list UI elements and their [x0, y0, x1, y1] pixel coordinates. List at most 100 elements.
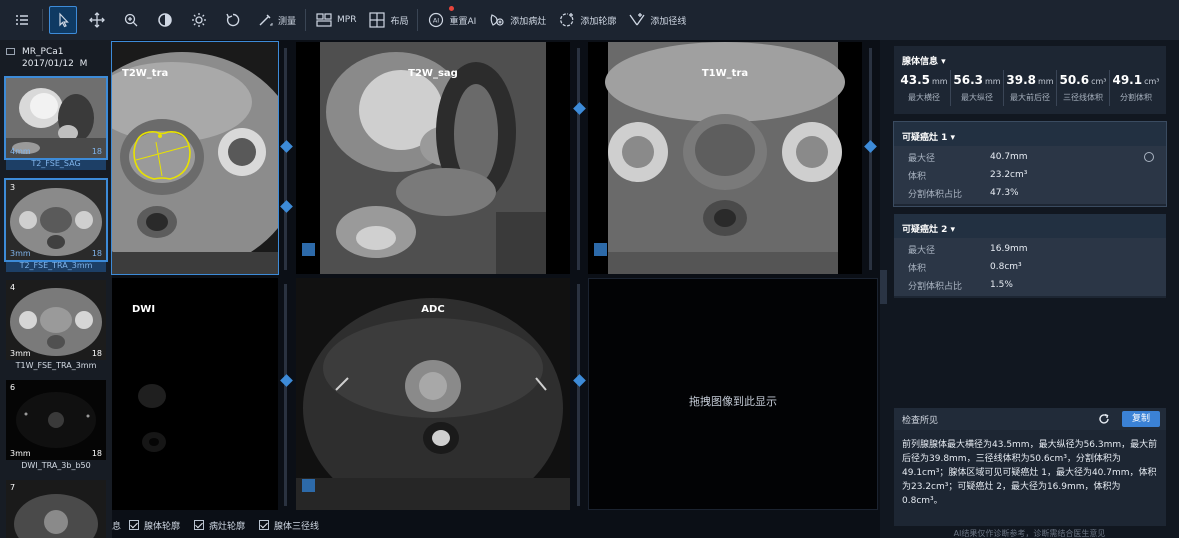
viewport-t1w-tra[interactable]: T1W_tra [588, 42, 862, 274]
overlay-toggle-bar: 息 腺体轮廓 病灶轮廓 腺体三径线 [112, 512, 880, 538]
thumbnail-image-count: 18 [91, 147, 102, 156]
lesion-header[interactable]: 可疑癌灶 1 ▾ [894, 122, 1166, 146]
series-thumbnail[interactable]: 3 3mm 18 T2_FSE_TRA_3mm [4, 178, 108, 272]
lesion-rows: 最大径 40.7mm 体积 23.2cm³ 分割体积占比 47.3% [894, 146, 1166, 204]
add-diameter-icon [629, 13, 645, 26]
slice-slider[interactable] [284, 284, 287, 506]
viewport-dwi[interactable]: DWI [112, 278, 278, 510]
panel-collapse-handle[interactable] [880, 270, 887, 304]
metric-max-longitudinal: 56.3 mm 最大纵径 [951, 70, 1004, 106]
lesion-card-2[interactable]: 可疑癌灶 2 ▾ 最大径 16.9mm 体积 0.8cm³ 分割体积占比 1.5% [894, 214, 1166, 298]
add-lesion-button[interactable]: 添加病灶 [485, 6, 549, 34]
viewport-corner-icon[interactable] [302, 243, 315, 256]
slice-slider-handle[interactable] [573, 102, 586, 115]
measure-icon [259, 14, 273, 26]
thumbnail-number: 6 [10, 383, 16, 392]
gland-contour-checkbox[interactable]: 腺体轮廓 [129, 519, 180, 532]
series-thumbnail[interactable]: 4mm 18 T2_FSE_SAG [4, 76, 108, 170]
gland-diameter-checkbox[interactable]: 腺体三径线 [259, 519, 319, 532]
findings-text[interactable]: 前列腺腺体最大横径为43.5mm，最大纵径为56.3mm，最大前后径为39.8m… [894, 430, 1166, 516]
caret-down-icon[interactable]: ▾ [941, 57, 946, 67]
slice-slider[interactable] [284, 48, 287, 270]
checkbox-label: 腺体轮廓 [144, 521, 181, 532]
slice-slider-handle[interactable] [280, 140, 293, 153]
thumbnail-image: 3 3mm 18 [4, 178, 108, 262]
add-contour-icon [560, 13, 574, 27]
viewport-adc[interactable]: ADC [296, 278, 570, 510]
list-icon [16, 15, 28, 25]
ai-results-panel: 腺体信息 ▾ 43.5 mm 最大横径 56.3 mm 最大纵径 39.8 mm 最大前后径… [880, 40, 1179, 538]
findings-card: 检查所见 复制 前列腺腺体最大横径为43.5mm，最大纵径为56.3mm，最大前… [894, 408, 1166, 526]
metric-unit: mm [1038, 77, 1054, 86]
contrast-button[interactable] [151, 6, 179, 34]
pan-button[interactable] [83, 6, 111, 34]
lesion-contour-checkbox[interactable]: 病灶轮廓 [194, 519, 245, 532]
viewport-empty[interactable]: 拖拽图像到此显示 [588, 278, 878, 510]
measure-button[interactable]: 测量 [253, 6, 299, 34]
caret-down-icon[interactable]: ▾ [951, 133, 956, 143]
slice-slider-handle[interactable] [280, 200, 293, 213]
copy-button[interactable]: 复制 [1122, 411, 1160, 427]
pointer-button[interactable] [49, 6, 77, 34]
thumbnail-number: 4 [10, 283, 16, 292]
lesion-card-1[interactable]: 可疑癌灶 1 ▾ 最大径 40.7mm 体积 23.2cm³ 分割体积占比 47.3% [893, 121, 1167, 207]
caret-down-icon[interactable]: ▾ [951, 225, 956, 235]
row-value: 1.5% [990, 280, 1013, 290]
contrast-icon [158, 13, 172, 27]
slice-slider[interactable] [577, 284, 580, 506]
series-thumbnail[interactable]: 6 3mm 18 DWI_TRA_3b_b50 [6, 380, 106, 472]
brightness-button[interactable] [185, 6, 213, 34]
viewport-title: T2W_sag [408, 68, 458, 79]
series-panel: MR_PCa1 2017/01/12 M 4mm 18 T2_FSE_SAG 3… [0, 40, 112, 538]
rotate-icon [226, 13, 240, 27]
rotate-button[interactable] [219, 6, 247, 34]
metric-unit: cm³ [1091, 77, 1107, 86]
dwi-thumb-image [6, 380, 106, 460]
viewport-t2w-sag[interactable]: T2W_sag [296, 42, 570, 274]
zoom-button[interactable] [117, 6, 145, 34]
add-lesion-icon [490, 14, 504, 26]
list-button[interactable] [8, 6, 36, 34]
thumbnail-image: 4mm 18 [4, 76, 108, 160]
gland-info-header[interactable]: 腺体信息 ▾ [894, 46, 1166, 70]
close-icon[interactable] [1144, 152, 1154, 162]
row-key: 体积 [908, 263, 927, 274]
add-diameter-button[interactable]: 添加径线 [625, 6, 689, 34]
slice-slider-handle[interactable] [280, 374, 293, 387]
checkbox-checked-icon[interactable] [259, 520, 270, 530]
minimize-icon[interactable] [6, 48, 15, 55]
metric-unit: mm [985, 77, 1001, 86]
viewport-title: DWI [132, 304, 156, 315]
viewport-corner-icon[interactable] [302, 479, 315, 492]
slice-slider-handle[interactable] [864, 140, 877, 153]
metric-label: 三径线体积 [1063, 93, 1103, 102]
findings-header: 检查所见 复制 [894, 408, 1166, 430]
thumbnail-slice-thickness: 4mm [10, 147, 31, 156]
layout-button[interactable]: 布局 [365, 6, 411, 34]
series-thumbnail[interactable]: 7 [6, 480, 106, 538]
axial-t1-thumb-image [6, 280, 106, 360]
thumbnail-label: T2_FSE_SAG [6, 158, 106, 170]
series-thumbnail[interactable]: 4 3mm 18 T1W_FSE_TRA_3mm [6, 280, 106, 372]
lesion-header[interactable]: 可疑癌灶 2 ▾ [894, 214, 1166, 238]
slice-slider[interactable] [869, 48, 872, 270]
viewport-corner-icon[interactable] [594, 243, 607, 256]
viewport-t2w-tra[interactable]: T2W_tra [111, 41, 279, 275]
slice-slider-handle[interactable] [573, 374, 586, 387]
add-contour-button[interactable]: 添加轮廓 [555, 6, 619, 34]
metric-max-transverse: 43.5 mm 最大横径 [898, 70, 951, 106]
gland-metrics: 43.5 mm 最大横径 56.3 mm 最大纵径 39.8 mm 最大前后径 50.6 cm… [894, 70, 1166, 106]
mpr-button[interactable]: MPR [312, 6, 359, 34]
row-value: 23.2cm³ [990, 170, 1028, 180]
checkbox-checked-icon[interactable] [129, 520, 140, 530]
metric-value: 43.5 [900, 73, 930, 87]
refresh-icon[interactable] [1098, 413, 1110, 425]
checkbox-checked-icon[interactable] [194, 520, 205, 530]
thumbnail-number: 7 [10, 483, 16, 492]
lesion-row: 最大径 16.9mm [894, 240, 1166, 258]
ai-icon: AI [429, 12, 444, 28]
findings-title: 检查所见 [902, 415, 939, 426]
slice-slider[interactable] [577, 48, 580, 270]
thumbnail-label: T1W_FSE_TRA_3mm [15, 361, 97, 370]
row-key: 分割体积占比 [908, 281, 963, 292]
